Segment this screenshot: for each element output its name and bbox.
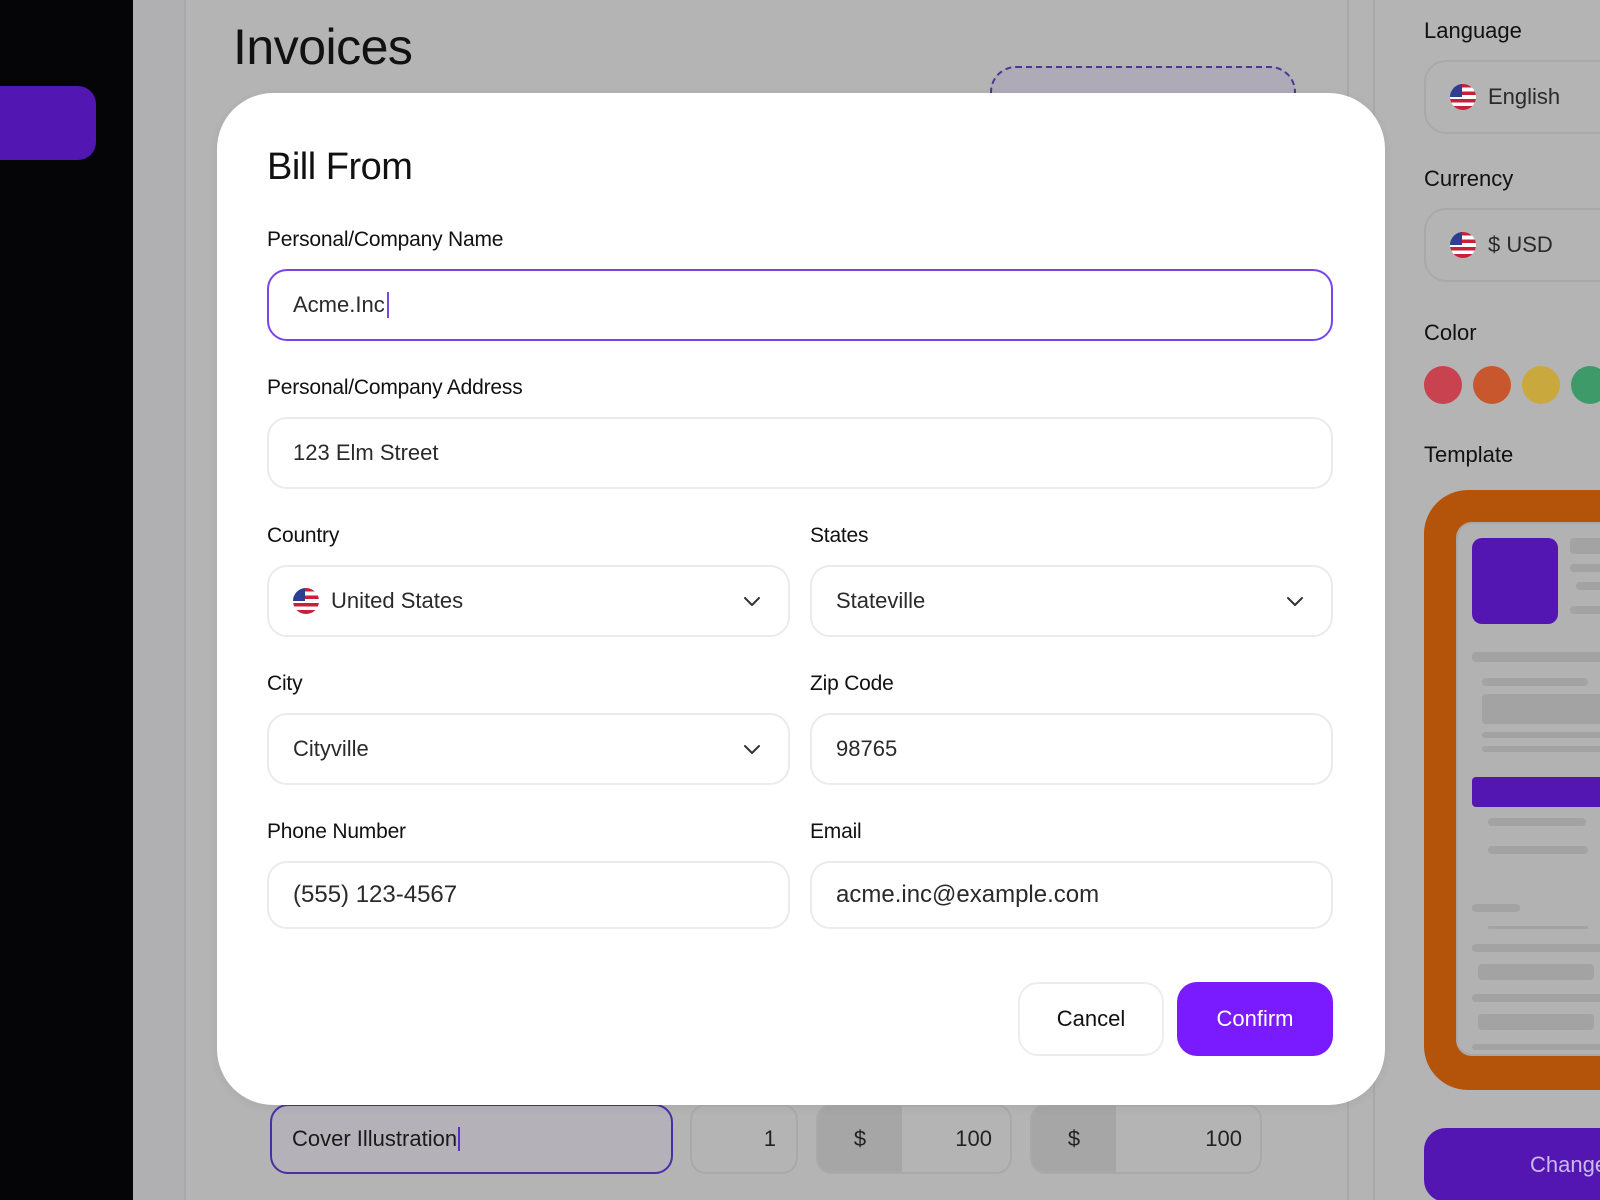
city-value: Cityville bbox=[293, 736, 369, 761]
sidebar-active-item[interactable] bbox=[0, 86, 96, 160]
email-input[interactable]: acme.inc@example.com bbox=[810, 861, 1333, 929]
template-preview-line bbox=[1570, 538, 1600, 554]
line-item-description-input[interactable]: Cover Illustration bbox=[270, 1104, 673, 1174]
email-label: Email bbox=[810, 820, 862, 843]
color-swatch-orange[interactable] bbox=[1473, 366, 1511, 404]
template-preview-line bbox=[1472, 994, 1600, 1002]
template-preview-logo bbox=[1472, 538, 1558, 624]
address-label: Personal/Company Address bbox=[267, 376, 523, 399]
language-select[interactable]: English bbox=[1424, 60, 1600, 134]
rate-currency-symbol: $ bbox=[818, 1106, 902, 1172]
line-item-rate-input[interactable]: $ 100 bbox=[816, 1104, 1012, 1174]
country-label: Country bbox=[267, 524, 340, 547]
color-swatch-red[interactable] bbox=[1424, 366, 1462, 404]
us-flag-icon bbox=[1450, 232, 1476, 258]
language-value: English bbox=[1488, 84, 1561, 109]
modal-title: Bill From bbox=[267, 146, 413, 188]
confirm-button[interactable]: Confirm bbox=[1177, 982, 1333, 1056]
currency-select[interactable]: $ USD bbox=[1424, 208, 1600, 282]
line-item-amount-field[interactable]: $ 100 bbox=[1030, 1104, 1262, 1174]
chevron-down-icon bbox=[744, 597, 760, 606]
line-item-description-value: Cover Illustration bbox=[292, 1126, 458, 1151]
page-title: Invoices bbox=[233, 19, 413, 75]
rate-value: 100 bbox=[955, 1126, 992, 1151]
template-preview-line bbox=[1482, 746, 1600, 752]
us-flag-icon bbox=[1450, 84, 1476, 110]
language-label: Language bbox=[1424, 18, 1522, 43]
phone-input[interactable]: (555) 123-4567 bbox=[267, 861, 790, 929]
email-value: acme.inc@example.com bbox=[836, 881, 1100, 908]
company-name-input[interactable]: Acme.Inc bbox=[267, 269, 1333, 341]
template-preview-block bbox=[1478, 1014, 1594, 1030]
color-swatch-yellow[interactable] bbox=[1522, 366, 1560, 404]
template-preview-line bbox=[1482, 732, 1600, 738]
phone-label: Phone Number bbox=[267, 820, 406, 843]
country-value: United States bbox=[331, 588, 464, 613]
template-preview-line bbox=[1488, 818, 1586, 826]
city-label: City bbox=[267, 672, 303, 695]
city-select[interactable]: Cityville bbox=[267, 713, 790, 785]
zip-code-input[interactable]: 98765 bbox=[810, 713, 1333, 785]
state-value: Stateville bbox=[836, 588, 926, 613]
company-address-value: 123 Elm Street bbox=[293, 440, 439, 465]
template-label: Template bbox=[1424, 442, 1514, 467]
template-preview-line bbox=[1488, 846, 1588, 854]
template-preview-line bbox=[1472, 1044, 1600, 1050]
currency-value: $ USD bbox=[1488, 232, 1553, 257]
us-flag-icon bbox=[293, 588, 319, 614]
template-preview-block bbox=[1478, 964, 1594, 980]
company-name-value: Acme.Inc bbox=[293, 292, 385, 317]
template-preview-line bbox=[1570, 564, 1600, 572]
template-preview-line bbox=[1472, 652, 1600, 662]
template-preview-line bbox=[1570, 606, 1600, 614]
line-item-quantity-input[interactable]: 1 bbox=[690, 1104, 798, 1174]
zip-label: Zip Code bbox=[810, 672, 894, 695]
sidebar bbox=[0, 0, 133, 1200]
template-preview-block bbox=[1482, 694, 1600, 724]
template-preview-line bbox=[1472, 944, 1600, 952]
country-select[interactable]: United States bbox=[267, 565, 790, 637]
zip-code-value: 98765 bbox=[836, 736, 898, 761]
color-label: Color bbox=[1424, 320, 1477, 345]
name-label: Personal/Company Name bbox=[267, 228, 504, 251]
template-preview-line bbox=[1576, 582, 1600, 590]
chevron-down-icon bbox=[1287, 597, 1303, 606]
template-preview-line bbox=[1482, 678, 1588, 686]
currency-label: Currency bbox=[1424, 166, 1514, 191]
amount-currency-symbol: $ bbox=[1032, 1106, 1116, 1172]
state-label: States bbox=[810, 524, 869, 547]
text-caret bbox=[386, 292, 389, 318]
template-preview-accent-bar bbox=[1472, 777, 1600, 807]
state-select[interactable]: Stateville bbox=[810, 565, 1333, 637]
template-preview-line bbox=[1488, 926, 1588, 929]
change-template-button[interactable]: Change bbox=[1424, 1128, 1600, 1200]
text-caret bbox=[458, 1127, 461, 1151]
cancel-button[interactable]: Cancel bbox=[1018, 982, 1164, 1056]
phone-value: (555) 123-4567 bbox=[293, 881, 458, 908]
chevron-down-icon bbox=[744, 745, 760, 754]
amount-value: 100 bbox=[1205, 1126, 1242, 1151]
template-preview-line bbox=[1472, 904, 1520, 912]
company-address-input[interactable]: 123 Elm Street bbox=[267, 417, 1333, 489]
line-item-quantity-value: 1 bbox=[763, 1126, 776, 1151]
